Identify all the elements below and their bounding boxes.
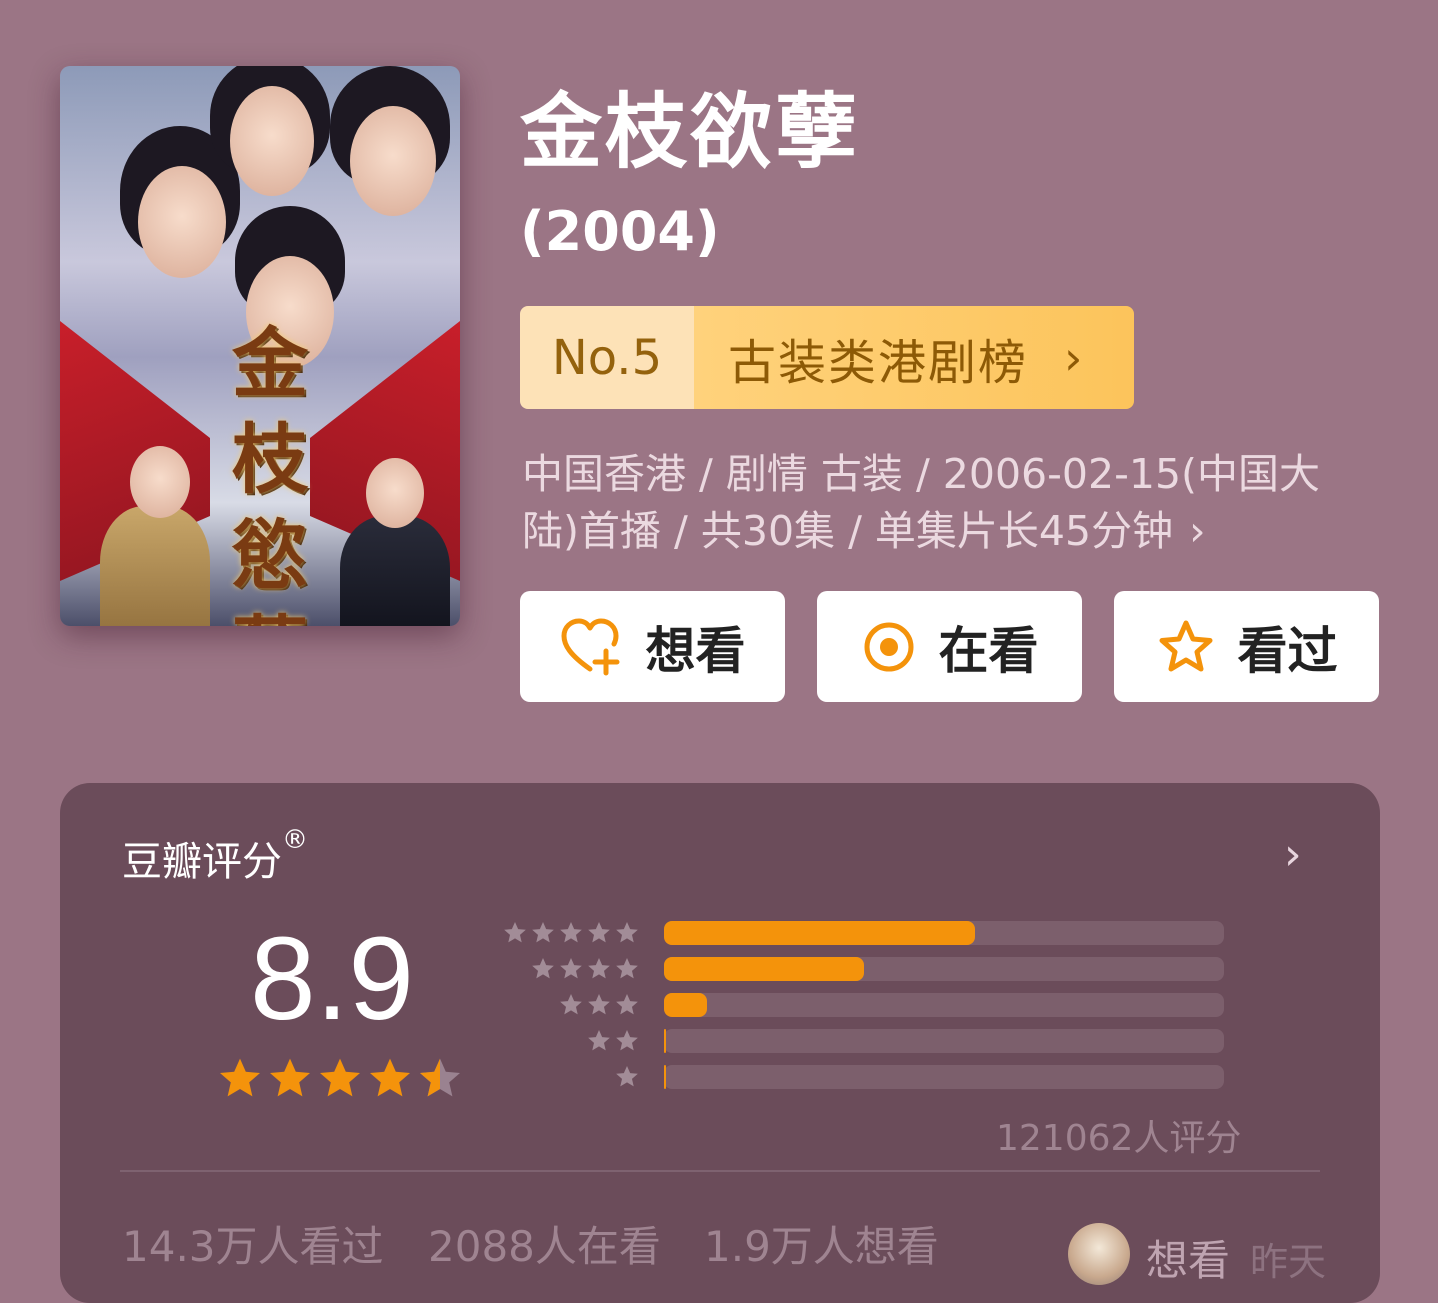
show-info-line: 中国香港 / 剧情 古装 / 2006-02-15(中国大 (522, 450, 1321, 498)
release-year: (2004) (520, 200, 720, 263)
watching-button-label: 在看 (938, 621, 1039, 680)
chevron-right-icon: › (1064, 330, 1085, 385)
watching-button[interactable]: 在看 (817, 591, 1082, 702)
show-info-line-wrap: 陆)首播 / 共30集 / 单集片长45分钟 › (522, 503, 1362, 560)
rating-bar-row-1 (500, 1057, 1224, 1097)
star-icon (616, 921, 638, 943)
rating-bar-stars (500, 956, 642, 982)
chevron-right-icon: › (1189, 507, 1206, 555)
rating-title: 豆瓣评分® (122, 825, 308, 887)
star-icon (588, 921, 610, 943)
poster-image[interactable]: 金 枝 慾 孽 (60, 66, 460, 626)
rating-score: 8.9 (250, 913, 415, 1045)
rating-bar-track (664, 993, 1224, 1017)
star-icon (588, 957, 610, 979)
ranking-name-wrap: 古装类港剧榜 › (694, 306, 1134, 409)
ranking-number: No.5 (520, 306, 694, 409)
rating-bar-row-4 (500, 949, 1224, 989)
star-icon (560, 957, 582, 979)
rating-bar-row-2 (500, 1021, 1224, 1061)
rating-bar-track (664, 921, 1224, 945)
poster-figure-face (350, 106, 436, 216)
heart-plus-icon (561, 618, 619, 675)
ranking-name: 古装类港剧榜 (728, 334, 1029, 391)
rating-bar-fill (664, 957, 864, 981)
poster-figure-face (130, 446, 190, 518)
target-circle-icon (864, 622, 913, 671)
rating-bar-fill (664, 921, 975, 945)
recent-activity-label: 想看 (1146, 1236, 1231, 1285)
stat-watching[interactable]: 2088人在看 (428, 1213, 661, 1274)
poster-figure-robe (100, 506, 210, 626)
rating-bar-track (664, 957, 1224, 981)
rating-bar-fill (664, 993, 707, 1017)
star-icon (616, 993, 638, 1015)
star-filled-icon (320, 1058, 360, 1097)
star-filled-icon (270, 1058, 310, 1097)
star-half-icon (420, 1058, 460, 1097)
recent-activity-time: 昨天 (1250, 1240, 1327, 1284)
star-filled-icon (370, 1058, 410, 1097)
star-icon (616, 957, 638, 979)
rating-count[interactable]: 121062人评分 (996, 1109, 1241, 1161)
want-button[interactable]: 想看 (520, 591, 785, 702)
poster-figure-robe (340, 516, 450, 626)
divider (120, 1170, 1320, 1172)
star-icon (616, 1029, 638, 1051)
rating-bar-track (664, 1029, 1224, 1053)
avatar[interactable] (1068, 1223, 1130, 1285)
rating-bar-row-5 (500, 913, 1224, 953)
star-filled-icon (220, 1058, 260, 1097)
poster-figure-face (366, 458, 424, 528)
rating-bar-fill (664, 1065, 667, 1089)
rating-card: 豆瓣评分® › 8.9 121062人评分 14.3万人看过 2088人在看 1… (60, 783, 1380, 1303)
rating-title-text: 豆瓣评分 (122, 839, 282, 885)
registered-mark: ® (282, 825, 308, 855)
poster-figure-face (230, 86, 314, 196)
rating-stars (216, 1055, 466, 1107)
rating-bar-stars (500, 920, 642, 946)
poster-calligraphy-title: 金 枝 慾 孽 (232, 319, 308, 626)
watched-button[interactable]: 看过 (1114, 591, 1379, 702)
rating-bar-row-3 (500, 985, 1224, 1025)
rating-bar-stars (500, 1064, 642, 1090)
poster-figure-face (138, 166, 226, 278)
stat-watched[interactable]: 14.3万人看过 (122, 1213, 384, 1274)
star-icon (532, 921, 554, 943)
rating-bar-stars (500, 1028, 642, 1054)
watched-button-label: 看过 (1237, 621, 1338, 680)
star-icon (588, 993, 610, 1015)
rating-bar-stars (500, 992, 642, 1018)
ranking-tag[interactable]: No.5 古装类港剧榜 › (520, 306, 1134, 409)
star-icon (588, 1029, 610, 1051)
star-icon (560, 993, 582, 1015)
want-button-label: 想看 (645, 621, 746, 680)
page-title: 金枝欲孽 (520, 85, 861, 180)
rating-bar-fill (664, 1029, 667, 1053)
star-icon (504, 921, 526, 943)
show-info-line: 陆)首播 / 共30集 / 单集片长45分钟 (522, 507, 1174, 555)
show-info[interactable]: 中国香港 / 剧情 古装 / 2006-02-15(中国大 陆)首播 / 共30… (522, 446, 1362, 560)
star-icon (532, 957, 554, 979)
rating-bar-track (664, 1065, 1224, 1089)
chevron-right-icon[interactable]: › (1284, 829, 1302, 880)
star-icon (616, 1065, 638, 1087)
star-icon (560, 921, 582, 943)
stat-want[interactable]: 1.9万人想看 (704, 1213, 939, 1274)
star-outline-icon (1159, 620, 1212, 671)
